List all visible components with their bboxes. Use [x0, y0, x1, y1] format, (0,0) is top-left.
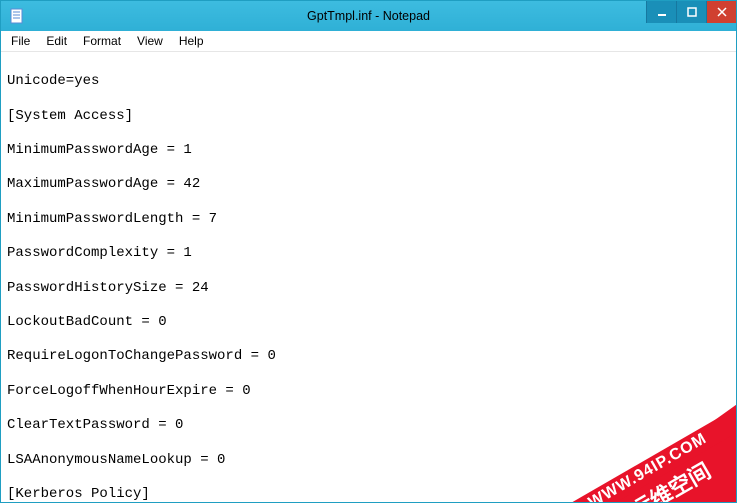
window-title: GptTmpl.inf - Notepad	[1, 9, 736, 23]
text-area[interactable]: Unicode=yes [System Access] MinimumPassw…	[1, 52, 736, 501]
text-line: Unicode=yes	[7, 73, 730, 90]
menu-view[interactable]: View	[129, 33, 171, 49]
text-line: PasswordHistorySize = 24	[7, 280, 730, 297]
window-controls	[646, 1, 736, 23]
text-line: ClearTextPassword = 0	[7, 417, 730, 434]
maximize-button[interactable]	[676, 1, 706, 23]
text-line: [Kerberos Policy]	[7, 486, 730, 501]
text-line: MaximumPasswordAge = 42	[7, 176, 730, 193]
notepad-icon	[9, 8, 25, 24]
menubar: File Edit Format View Help	[1, 31, 736, 52]
text-line: MinimumPasswordAge = 1	[7, 142, 730, 159]
text-line: MinimumPasswordLength = 7	[7, 211, 730, 228]
text-line: ForceLogoffWhenHourExpire = 0	[7, 383, 730, 400]
menu-file[interactable]: File	[3, 33, 38, 49]
text-line: RequireLogonToChangePassword = 0	[7, 348, 730, 365]
text-line: PasswordComplexity = 1	[7, 245, 730, 262]
menu-format[interactable]: Format	[75, 33, 129, 49]
titlebar[interactable]: GptTmpl.inf - Notepad	[1, 1, 736, 31]
menu-edit[interactable]: Edit	[38, 33, 75, 49]
notepad-window: GptTmpl.inf - Notepad File Edit Format V…	[0, 0, 737, 503]
close-button[interactable]	[706, 1, 736, 23]
menu-help[interactable]: Help	[171, 33, 212, 49]
text-line: [System Access]	[7, 108, 730, 125]
minimize-button[interactable]	[646, 1, 676, 23]
text-line: LockoutBadCount = 0	[7, 314, 730, 331]
text-line: LSAAnonymousNameLookup = 0	[7, 452, 730, 469]
